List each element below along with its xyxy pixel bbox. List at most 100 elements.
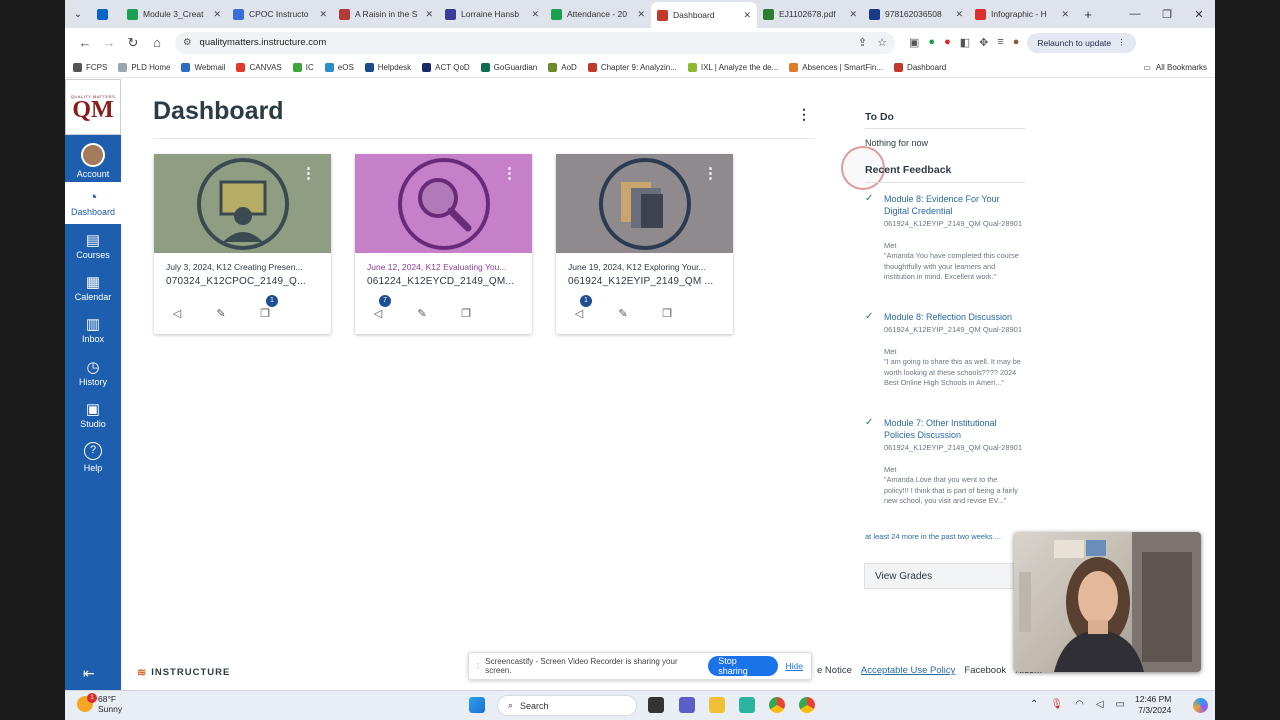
drag-handle-icon[interactable]: ⁞ — [477, 662, 479, 671]
announcements-icon[interactable]: ◁ 1 — [572, 295, 592, 320]
nav-item-account[interactable]: Account — [65, 140, 121, 182]
bookmark-item[interactable]: PLD Home — [118, 62, 170, 72]
discussions-icon[interactable]: ❐ — [459, 307, 473, 320]
browser-tab[interactable]: Infographic - H ✕ — [969, 0, 1075, 28]
assignments-icon[interactable]: ✎ — [214, 307, 228, 320]
address-bar[interactable]: ⚙ qualitymatters.instructure.com ⇪ ☆ — [175, 31, 895, 54]
announcements-icon[interactable]: ◁ 7 — [371, 295, 391, 320]
course-card-title[interactable]: June 12, 2024, K12 Evaluating You... — [367, 262, 522, 272]
close-tab-icon[interactable]: ✕ — [319, 9, 327, 20]
assignments-icon[interactable]: ✎ — [616, 307, 630, 320]
course-card-image[interactable]: ⋮ — [355, 154, 532, 253]
close-window-button[interactable]: ✕ — [1183, 8, 1215, 21]
extension-d-icon[interactable]: ◧ — [960, 36, 970, 49]
close-tab-icon[interactable]: ✕ — [849, 9, 857, 20]
start-icon[interactable] — [469, 697, 485, 713]
site-info-icon[interactable]: ⚙ — [183, 37, 192, 48]
teams-icon[interactable] — [679, 697, 695, 713]
file-explorer-icon[interactable] — [709, 697, 725, 713]
tab-search-chevron-icon[interactable]: ⌄ — [65, 9, 91, 20]
close-tab-icon[interactable]: ✕ — [425, 9, 433, 20]
browser-tab[interactable]: 978162036508 ✕ — [863, 0, 969, 28]
course-card-image[interactable]: ⋮ — [556, 154, 733, 253]
nav-item-help[interactable]: ? Help — [65, 436, 121, 478]
relaunch-button[interactable]: Relaunch to update ⋮ — [1027, 32, 1136, 53]
feedback-assignment-link[interactable]: Module 8: Reflection Discussion — [884, 311, 1024, 323]
view-grades-button[interactable]: View Grades — [864, 563, 1024, 589]
task-view-icon[interactable] — [648, 697, 664, 713]
hide-banner-link[interactable]: Hide — [786, 661, 803, 671]
bookmark-item[interactable]: Chapter 9: Analyzin... — [587, 62, 677, 72]
discussions-icon[interactable]: ❐ — [660, 307, 674, 320]
profile-avatar-icon[interactable]: ● — [1013, 36, 1020, 49]
extensions-puzzle-icon[interactable]: ✥ — [979, 36, 988, 49]
bookmark-item[interactable]: ACT QoD — [422, 62, 470, 72]
minimize-button[interactable]: — — [1119, 8, 1151, 21]
close-tab-icon[interactable]: ✕ — [213, 9, 221, 20]
collapse-nav-icon[interactable]: ⇤ — [83, 665, 95, 682]
course-card-title[interactable]: July 3, 2024, K12 Creating Presen... — [166, 262, 321, 272]
nav-item-studio[interactable]: ▣ Studio — [65, 394, 121, 436]
footer-link-acceptable-use[interactable]: Acceptable Use Policy — [861, 665, 956, 676]
close-tab-icon[interactable]: ✕ — [743, 10, 751, 21]
install-app-icon[interactable]: ⇪ — [858, 36, 867, 49]
feedback-assignment-link[interactable]: Module 7: Other Institutional Policies D… — [884, 417, 1024, 441]
reading-list-icon[interactable]: ≡ — [997, 36, 1003, 49]
discussions-icon[interactable]: ❐ 1 — [258, 295, 278, 320]
bookmark-item[interactable]: Absences | SmartFin... — [789, 62, 883, 72]
assignments-icon[interactable]: ✎ — [415, 307, 429, 320]
browser-tab[interactable]: Module 3_Creat ✕ — [121, 0, 227, 28]
nav-item-calendar[interactable]: ▦ Calendar — [65, 267, 121, 309]
grammarly-icon[interactable]: ● — [928, 36, 935, 49]
instructure-logo[interactable]: ≋ INSTRUCTURE — [137, 666, 230, 679]
all-bookmarks-button[interactable]: ▭ All Bookmarks — [1143, 63, 1207, 72]
close-tab-icon[interactable]: ✕ — [955, 9, 963, 20]
reload-button[interactable]: ↻ — [121, 35, 145, 51]
nav-item-dashboard[interactable]: ◔ Dashboard — [65, 182, 121, 225]
bookmark-item[interactable]: GoGuardian — [480, 62, 537, 72]
footer-link-notice[interactable]: e Notice — [817, 665, 852, 676]
close-tab-icon[interactable]: ✕ — [531, 9, 539, 20]
bookmark-item[interactable]: eOS — [324, 62, 354, 72]
new-tab-button[interactable]: + — [1075, 7, 1101, 22]
browser-tab[interactable]: EJ1102678.pdf ✕ — [757, 0, 863, 28]
bookmark-item[interactable]: Helpdesk — [364, 62, 411, 72]
card-options-icon[interactable]: ⋮ — [703, 164, 718, 182]
volume-icon[interactable]: ◁ — [1096, 699, 1104, 710]
more-feedback-link[interactable]: at least 24 more in the past two weeks .… — [865, 532, 1001, 541]
nav-item-courses[interactable]: ▤ Courses — [65, 225, 121, 267]
microphone-icon[interactable]: 🎙 — [1050, 699, 1063, 710]
card-options-icon[interactable]: ⋮ — [301, 164, 316, 182]
qm-logo[interactable]: QUALITY MATTERS QM — [65, 79, 121, 135]
announcements-icon[interactable]: ◁ — [170, 307, 184, 320]
bookmark-item[interactable]: IC — [292, 62, 314, 72]
stop-sharing-button[interactable]: Stop sharing — [708, 656, 778, 676]
bookmark-item[interactable]: CANVAS — [236, 62, 282, 72]
bookmark-item[interactable]: IXL | Analyze the de... — [687, 62, 778, 72]
battery-icon[interactable]: ▭ — [1116, 699, 1125, 710]
taskbar-search[interactable]: ⌕ Search — [497, 695, 637, 716]
close-tab-icon[interactable]: ✕ — [637, 9, 645, 20]
bookmark-item[interactable]: FCPS — [73, 62, 107, 72]
system-clock[interactable]: 12:46 PM 7/3/2024 — [1135, 694, 1171, 716]
browser-tab[interactable]: Attendance - 20 ✕ — [545, 0, 651, 28]
wifi-icon[interactable]: ◠ — [1075, 699, 1084, 710]
bookmark-item[interactable]: AoD — [548, 62, 577, 72]
weather-widget[interactable]: 1 68°F Sunny — [77, 693, 122, 714]
browser-tab[interactable]: Dashboard ✕ — [651, 2, 757, 28]
forward-button[interactable]: → — [97, 35, 121, 50]
back-button[interactable]: ← — [73, 35, 97, 50]
nav-item-history[interactable]: ◷ History — [65, 352, 121, 394]
extension-icon[interactable]: ▣ — [909, 36, 919, 49]
course-card-image[interactable]: ⋮ — [154, 154, 331, 253]
close-tab-icon[interactable]: ✕ — [1061, 9, 1069, 20]
dashboard-options-icon[interactable]: ⋮ — [797, 106, 811, 123]
footer-link-facebook[interactable]: Facebook — [964, 665, 1006, 676]
chrome-profile-icon[interactable] — [799, 697, 815, 713]
bookmark-item[interactable]: Dashboard — [894, 62, 946, 72]
chrome-icon[interactable] — [769, 697, 785, 713]
browser-tab[interactable]: CPOC Instructo ✕ — [227, 0, 333, 28]
browser-tab[interactable]: Lorraine Hansb ✕ — [439, 0, 545, 28]
nav-item-inbox[interactable]: ▥ Inbox — [65, 309, 121, 351]
tray-chevron-icon[interactable]: ⌃ — [1030, 699, 1038, 710]
